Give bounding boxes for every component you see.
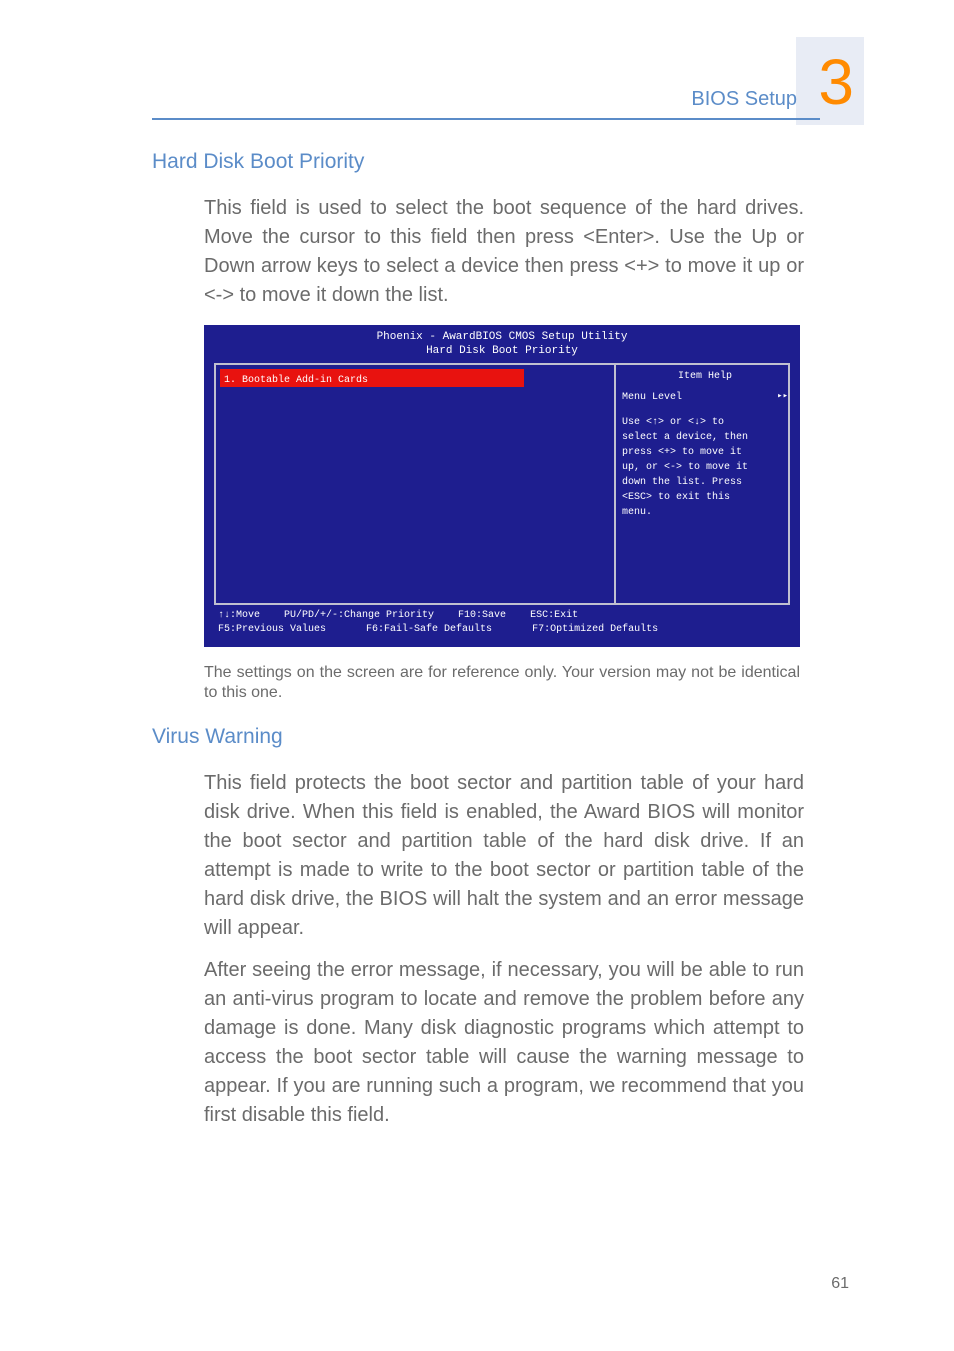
bios-screenshot: Phoenix - AwardBIOS CMOS Setup Utility H… xyxy=(204,325,800,647)
bios-selected-item-text: 1. Bootable Add-in Cards xyxy=(220,375,368,386)
section-title-hard-disk-boot-priority: Hard Disk Boot Priority xyxy=(152,150,364,174)
page-number: 61 xyxy=(831,1275,849,1293)
bios-footer-item: ESC:Exit xyxy=(530,609,578,623)
section-title-virus-warning: Virus Warning xyxy=(152,725,283,749)
screenshot-caption: The settings on the screen are for refer… xyxy=(204,663,800,703)
bios-panel-divider xyxy=(614,365,616,603)
header-section-label: BIOS Setup xyxy=(691,88,797,111)
header-rule xyxy=(152,118,820,120)
menu-level-icon: ▸▸ xyxy=(777,390,788,405)
bios-footer-item: F6:Fail-Safe Defaults xyxy=(366,623,492,637)
body-paragraph-1: This field is used to select the boot se… xyxy=(204,194,804,310)
bios-help-line: select a device, then xyxy=(622,430,788,445)
bios-help-line: menu. xyxy=(622,505,788,520)
bios-help-title: Item Help xyxy=(622,369,788,384)
bios-help-panel: Item Help Menu Level ▸▸ Use <↑> or <↓> t… xyxy=(622,369,788,520)
bios-utility-title: Phoenix - AwardBIOS CMOS Setup Utility xyxy=(204,331,800,343)
bios-footer-item: ↑↓:Move xyxy=(218,609,260,623)
body-paragraph-3: After seeing the error message, if neces… xyxy=(204,956,804,1130)
bios-help-line: Use <↑> or <↓> to xyxy=(622,415,788,430)
bios-page-title: Hard Disk Boot Priority xyxy=(204,345,800,357)
bios-footer-item: F10:Save xyxy=(458,609,506,623)
bios-menu-level-label: Menu Level xyxy=(622,390,682,405)
bios-footer-item: PU/PD/+/-:Change Priority xyxy=(284,609,434,623)
chapter-number: 3 xyxy=(818,45,854,119)
bios-help-line: <ESC> to exit this xyxy=(622,490,788,505)
bios-help-line: up, or <-> to move it xyxy=(622,460,788,475)
bios-help-line: press <+> to move it xyxy=(622,445,788,460)
body-paragraph-2: This field protects the boot sector and … xyxy=(204,769,804,943)
bios-footer: ↑↓:Move PU/PD/+/-:Change Priority F10:Sa… xyxy=(218,609,786,637)
bios-help-line: down the list. Press xyxy=(622,475,788,490)
bios-selected-item: 1. Bootable Add-in Cards xyxy=(220,369,524,387)
bios-panel: 1. Bootable Add-in Cards Item Help Menu … xyxy=(214,363,790,605)
bios-footer-item: F7:Optimized Defaults xyxy=(532,623,658,637)
bios-footer-item: F5:Previous Values xyxy=(218,623,326,637)
